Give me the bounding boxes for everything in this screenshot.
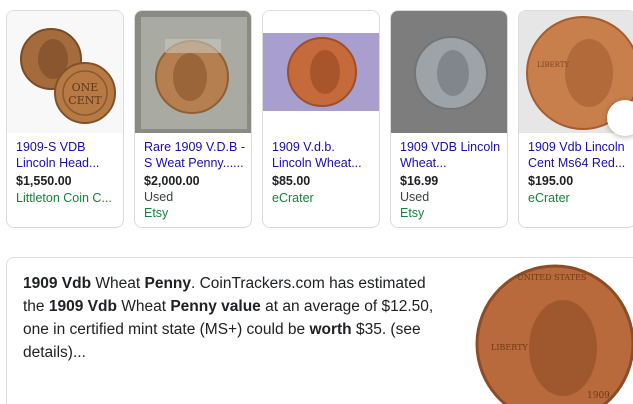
product-seller: Etsy [400, 206, 425, 220]
snippet-bold-text: worth [309, 321, 352, 338]
snippet-bold-text: 1909 Vdb [23, 275, 92, 292]
product-image[interactable] [263, 11, 379, 133]
product-seller: eCrater [528, 191, 570, 205]
svg-text:ONE: ONE [72, 81, 99, 94]
svg-text:CENT: CENT [68, 94, 102, 107]
product-title-link[interactable]: 1909 Vdb Lincoln Cent Ms64 Red... [528, 139, 629, 171]
product-condition: Used [144, 190, 174, 204]
product-card[interactable]: ONE CENT 1909-S VDB Lincoln Head... $1,5… [6, 10, 124, 228]
featured-snippet: 1909 Vdb Wheat Penny. CoinTrackers.com h… [6, 257, 633, 404]
product-title-link[interactable]: Rare 1909 V.D.B - S Weat Penny...... [144, 139, 245, 171]
product-seller: Etsy [144, 206, 169, 220]
snippet-text-segment: Wheat [91, 275, 145, 292]
product-price: $195.00 [528, 174, 574, 188]
snippet-bold-text: Penny value [170, 298, 261, 315]
product-card[interactable]: 1909 VDB Lincoln Wheat... $16.99 Used Et… [390, 10, 508, 228]
product-price: $16.99 [400, 174, 439, 188]
product-title-link[interactable]: 1909 VDB Lincoln Wheat... [400, 139, 501, 171]
snippet-text-segment: Wheat [116, 298, 171, 315]
snippet-image[interactable]: UNITED STATES LIBERTY 1909 [465, 258, 633, 404]
product-seller: eCrater [272, 191, 314, 205]
product-card[interactable]: 1909 V.d.b. Lincoln Wheat... $85.00 eCra… [262, 10, 380, 228]
product-card[interactable]: Rare 1909 V.D.B - S Weat Penny...... $2,… [134, 10, 252, 228]
shopping-carousel: ONE CENT 1909-S VDB Lincoln Head... $1,5… [0, 0, 633, 232]
product-image[interactable]: ONE CENT [7, 11, 123, 133]
product-title-link[interactable]: 1909 V.d.b. Lincoln Wheat... [272, 139, 373, 171]
product-seller: Littleton Coin C... [16, 191, 112, 205]
svg-text:UNITED STATES: UNITED STATES [517, 273, 586, 282]
product-condition: Used [400, 190, 430, 204]
product-image[interactable] [135, 11, 251, 133]
snippet-bold-text: Penny [144, 275, 191, 292]
product-price: $85.00 [272, 174, 311, 188]
snippet-bold-text: 1909 Vdb [48, 298, 117, 315]
product-title-link[interactable]: 1909-S VDB Lincoln Head... [16, 139, 117, 171]
product-price: $2,000.00 [144, 174, 200, 188]
svg-text:LIBERTY: LIBERTY [537, 61, 569, 69]
snippet-text: 1909 Vdb Wheat Penny. CoinTrackers.com h… [23, 272, 443, 364]
product-image[interactable] [391, 11, 507, 133]
product-price: $1,550.00 [16, 174, 72, 188]
svg-text:1909: 1909 [587, 391, 610, 401]
svg-text:LIBERTY: LIBERTY [491, 343, 528, 352]
